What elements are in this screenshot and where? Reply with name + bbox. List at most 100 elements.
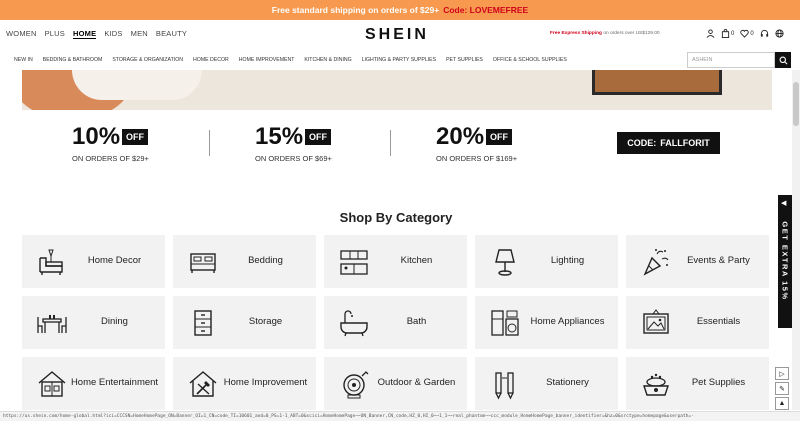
- offer-condition: ON ORDERS OF $29+: [72, 154, 149, 163]
- subnav-home-decor[interactable]: HOME DECOR: [193, 57, 229, 63]
- garden-hose-icon: [343, 371, 369, 399]
- category-home-appliances[interactable]: Home Appliances: [475, 296, 618, 349]
- category-label: Home Improvement: [223, 377, 308, 389]
- section-title: Shop By Category: [339, 210, 453, 225]
- page-scrollbar[interactable]: [792, 70, 800, 410]
- offer-off-label: OFF: [305, 129, 332, 145]
- category-storage[interactable]: Storage: [173, 296, 316, 349]
- pencils-icon: [495, 372, 514, 400]
- bathtub-icon: [340, 310, 368, 337]
- category-events-party[interactable]: Events & Party: [626, 235, 769, 288]
- top-category-tabs: WOMEN PLUS HOME KIDS MEN BEAUTY: [0, 29, 187, 39]
- category-label: Dining: [101, 316, 128, 328]
- scroll-top-icon[interactable]: ▲: [775, 397, 789, 410]
- offer-divider: [209, 130, 210, 156]
- scrollbar-thumb[interactable]: [793, 82, 799, 126]
- category-label: Outdoor & Garden: [377, 377, 456, 389]
- subnav-pet-supplies[interactable]: PET SUPPLIES: [446, 57, 483, 63]
- party-popper-icon: [643, 249, 669, 276]
- offer-condition: ON ORDERS OF $69+: [255, 154, 332, 163]
- offer-10: 10% OFF ON ORDERS OF $29+: [72, 123, 149, 163]
- category-dining[interactable]: Dining: [22, 296, 165, 349]
- status-bar-url: https://us.shein.com/home-global.html?ic…: [0, 411, 800, 421]
- code-value: FALLFORIT: [660, 138, 710, 148]
- get-extra-side-tab[interactable]: ◀ GET EXTRA 15%: [778, 195, 792, 328]
- offer-off-label: OFF: [122, 129, 149, 145]
- avatar[interactable]: [775, 352, 789, 365]
- category-bath[interactable]: Bath: [324, 296, 467, 349]
- category-label: Events & Party: [687, 255, 750, 267]
- promo-text: Free standard shipping on orders of $29+: [271, 5, 440, 15]
- user-icon[interactable]: [706, 29, 715, 38]
- shein-logo[interactable]: SHEIN: [365, 26, 429, 44]
- shipping-note-rest: on orders over US$129.00: [603, 31, 660, 36]
- appliances-icon: [491, 310, 519, 336]
- offers-banner[interactable]: 10% OFF ON ORDERS OF $29+ 15% OFF ON ORDER…: [22, 118, 772, 172]
- category-label: Pet Supplies: [691, 377, 746, 389]
- offer-off-label: OFF: [486, 129, 513, 145]
- category-label: Storage: [248, 316, 283, 328]
- category-label: Lighting: [550, 255, 585, 267]
- tab-home[interactable]: HOME: [73, 29, 97, 39]
- category-label: Home Decor: [87, 255, 142, 267]
- headset-icon[interactable]: [760, 29, 769, 38]
- drawer-icon: [194, 310, 212, 336]
- category-lighting[interactable]: Lighting: [475, 235, 618, 288]
- subnav-home-improvement[interactable]: HOME IMPROVEMENT: [239, 57, 295, 63]
- subnav-office-school[interactable]: OFFICE & SCHOOL SUPPLIES: [493, 57, 567, 63]
- tab-plus[interactable]: PLUS: [45, 29, 65, 39]
- tab-kids[interactable]: KIDS: [104, 29, 122, 39]
- header-icons: 0 0: [706, 29, 784, 38]
- category-home-entertainment[interactable]: Home Entertainment: [22, 357, 165, 410]
- subnav-lighting-party[interactable]: LIGHTING & PARTY SUPPLIES: [362, 57, 436, 63]
- bag-button[interactable]: 0: [721, 29, 734, 38]
- bag-icon: [721, 29, 730, 38]
- hero-product-image: [72, 70, 202, 100]
- side-tab-text: GET EXTRA 15%: [780, 221, 790, 301]
- category-stationery[interactable]: Stationery: [475, 357, 618, 410]
- hero-banner[interactable]: [22, 70, 772, 110]
- category-label: Kitchen: [400, 255, 433, 267]
- subnav-kitchen-dining[interactable]: KITCHEN & DINING: [304, 57, 351, 63]
- wishlist-button[interactable]: 0: [740, 29, 754, 38]
- subnav-new-in[interactable]: NEW IN: [14, 57, 33, 63]
- category-pet-supplies[interactable]: Pet Supplies: [626, 357, 769, 410]
- subnav-storage-organization[interactable]: STORAGE & ORGANIZATION: [112, 57, 183, 63]
- tab-beauty[interactable]: BEAUTY: [156, 29, 187, 39]
- heart-icon: [740, 29, 750, 38]
- shipping-note-highlight: Free Express Shipping: [550, 31, 602, 36]
- bag-count: 0: [731, 30, 735, 37]
- tab-men[interactable]: MEN: [131, 29, 148, 39]
- promo-code-box[interactable]: CODE: FALLFORIT: [617, 132, 720, 154]
- offer-percent: 15%: [255, 123, 304, 150]
- edit-icon[interactable]: ✎: [775, 382, 789, 395]
- offer-percent: 10%: [72, 123, 121, 150]
- code-label: CODE:: [627, 138, 657, 148]
- dining-table-icon: [37, 315, 67, 333]
- house-tools-icon: [189, 371, 217, 397]
- category-home-decor[interactable]: Home Decor: [22, 235, 165, 288]
- offer-20: 20% OFF ON ORDERS OF $169+: [436, 123, 517, 163]
- promo-bar[interactable]: Free standard shipping on orders of $29+…: [0, 0, 800, 20]
- category-home-improvement[interactable]: Home Improvement: [173, 357, 316, 410]
- offer-condition: ON ORDERS OF $169+: [436, 154, 518, 163]
- category-label: Home Appliances: [530, 316, 605, 328]
- chevron-left-icon: ◀: [781, 200, 787, 207]
- search-input[interactable]: ASHEIN: [687, 52, 775, 68]
- category-bedding[interactable]: Bedding: [173, 235, 316, 288]
- shipping-note: Free Express Shipping on orders over US$…: [550, 31, 660, 36]
- search-icon: [779, 56, 787, 64]
- subnav-bedding-bathroom[interactable]: BEDDING & BATHROOM: [43, 57, 103, 63]
- category-outdoor-garden[interactable]: Outdoor & Garden: [324, 357, 467, 410]
- globe-icon[interactable]: [775, 29, 784, 38]
- play-icon[interactable]: ▷: [775, 367, 789, 380]
- category-label: Bath: [406, 316, 427, 328]
- picture-frame-icon: [643, 309, 669, 334]
- category-essentials[interactable]: Essentials: [626, 296, 769, 349]
- pet-bowl-icon: [643, 373, 669, 396]
- search-button[interactable]: [775, 52, 791, 68]
- wishlist-count: 0: [750, 30, 754, 37]
- category-kitchen[interactable]: Kitchen: [324, 235, 467, 288]
- sub-navigation: NEW IN BEDDING & BATHROOM STORAGE & ORGA…: [0, 50, 800, 70]
- tab-women[interactable]: WOMEN: [6, 29, 37, 39]
